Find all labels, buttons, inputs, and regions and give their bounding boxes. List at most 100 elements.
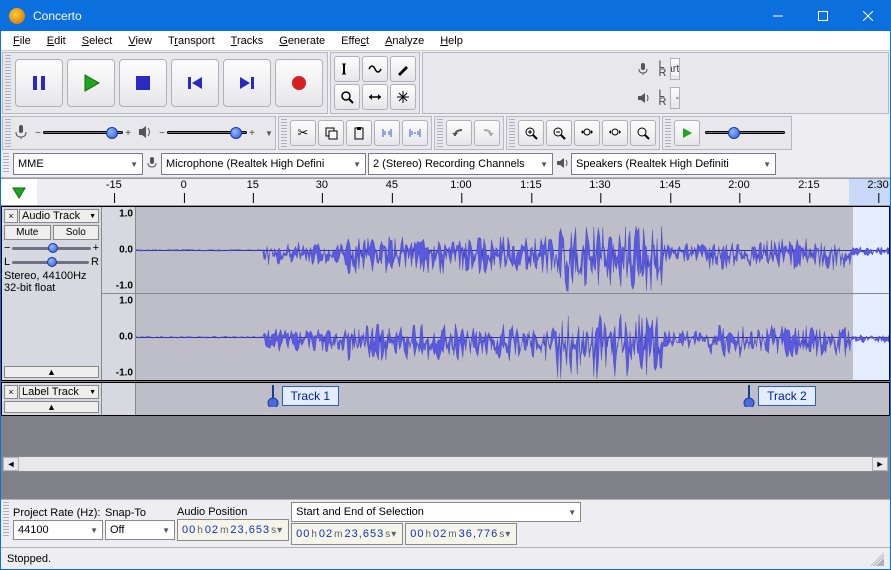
gain-slider[interactable]: −+ bbox=[4, 242, 99, 254]
resize-grip-icon[interactable] bbox=[870, 552, 884, 566]
mute-button[interactable]: Mute bbox=[4, 225, 51, 240]
label-track-panel[interactable]: × Label Track▼ ▲ bbox=[2, 383, 102, 415]
selection-end-field[interactable]: 00h02m36,776s▾ bbox=[405, 523, 517, 545]
play-at-speed-button[interactable] bbox=[674, 120, 700, 146]
tracks-area: × Audio Track▼ Mute Solo −+ LR Stereo, 4… bbox=[1, 206, 890, 499]
audio-track: × Audio Track▼ Mute Solo −+ LR Stereo, 4… bbox=[1, 206, 890, 381]
recording-device-combo[interactable]: Microphone (Realtek High Defini▼ bbox=[161, 153, 366, 175]
label-track-body[interactable]: Track 1 Track 2 bbox=[136, 383, 889, 415]
status-text: Stopped. bbox=[7, 553, 51, 565]
speaker-icon bbox=[137, 124, 153, 143]
time-ruler[interactable]: -1501530451:001:151:301:452:002:152:302:… bbox=[37, 179, 890, 205]
menu-select[interactable]: Select bbox=[74, 33, 121, 49]
selection-start-field[interactable]: 00h02m23,653s▾ bbox=[291, 523, 403, 545]
mic-icon bbox=[13, 124, 29, 143]
playspeed-toolbar bbox=[662, 116, 792, 150]
minimize-button[interactable] bbox=[755, 1, 800, 31]
menu-view[interactable]: View bbox=[120, 33, 160, 49]
timeline: -1501530451:001:151:301:452:002:152:302:… bbox=[1, 178, 890, 206]
menubar: File Edit Select View Transport Tracks G… bbox=[1, 31, 890, 51]
zoom-toggle-button[interactable] bbox=[630, 120, 656, 146]
mic-meter-icon[interactable] bbox=[630, 56, 656, 82]
track-close-button[interactable]: × bbox=[4, 209, 18, 223]
device-toolbar: MME▼ Microphone (Realtek High Defini▼ 2 … bbox=[1, 151, 890, 177]
menu-tracks[interactable]: Tracks bbox=[223, 33, 272, 49]
recording-meter[interactable]: -57-54-51-48-45-42-3 Click to Start Moni… bbox=[670, 58, 680, 80]
envelope-tool-icon[interactable] bbox=[362, 56, 388, 82]
menu-effect[interactable]: Effect bbox=[333, 33, 377, 49]
close-button[interactable] bbox=[845, 1, 890, 31]
label-track-name-dropdown[interactable]: Label Track▼ bbox=[19, 385, 99, 399]
maximize-button[interactable] bbox=[800, 1, 845, 31]
copy-button[interactable] bbox=[318, 120, 344, 146]
undo-button[interactable] bbox=[446, 120, 472, 146]
menu-transport[interactable]: Transport bbox=[160, 33, 223, 49]
play-button[interactable] bbox=[67, 59, 115, 107]
transport-toolbar bbox=[2, 52, 328, 114]
speaker-meter-icon[interactable] bbox=[630, 85, 656, 111]
pause-button[interactable] bbox=[15, 59, 63, 107]
draw-tool-icon[interactable] bbox=[390, 56, 416, 82]
stop-button[interactable] bbox=[119, 59, 167, 107]
solo-button[interactable]: Solo bbox=[53, 225, 100, 240]
track-format-info: Stereo, 44100Hz32-bit float bbox=[4, 270, 99, 294]
playback-meter[interactable]: -57-54-51-48-45-42-39-36-33-30-27-24-21-… bbox=[670, 87, 680, 109]
menu-edit[interactable]: Edit bbox=[39, 33, 74, 49]
record-button[interactable] bbox=[275, 59, 323, 107]
skip-end-button[interactable] bbox=[223, 59, 271, 107]
pin-button[interactable] bbox=[1, 184, 37, 200]
track-name-dropdown[interactable]: Audio Track▼ bbox=[19, 209, 99, 223]
timeshift-tool-icon[interactable] bbox=[362, 84, 388, 110]
vertical-scale[interactable]: 1.00.0-1.0 1.00.0-1.0 bbox=[102, 207, 136, 380]
redo-button[interactable] bbox=[474, 120, 500, 146]
playback-volume-slider[interactable]: −+ bbox=[157, 124, 257, 142]
selection-mode-combo[interactable]: Start and End of Selection▼ bbox=[291, 502, 581, 522]
recording-volume-slider[interactable]: −+ bbox=[33, 124, 133, 142]
waveform-left[interactable] bbox=[136, 207, 889, 294]
fit-selection-button[interactable] bbox=[574, 120, 600, 146]
selection-tool-icon[interactable] bbox=[334, 56, 360, 82]
cut-button[interactable]: ✂ bbox=[290, 120, 316, 146]
menu-analyze[interactable]: Analyze bbox=[377, 33, 432, 49]
waveform-right[interactable] bbox=[136, 294, 889, 380]
skip-start-button[interactable] bbox=[171, 59, 219, 107]
project-rate-combo[interactable]: 44100▼ bbox=[13, 520, 103, 540]
titlebar: Concerto bbox=[1, 1, 890, 31]
audio-host-combo[interactable]: MME▼ bbox=[13, 153, 143, 175]
label-marker[interactable]: Track 1 bbox=[266, 385, 340, 407]
track-control-panel[interactable]: × Audio Track▼ Mute Solo −+ LR Stereo, 4… bbox=[2, 207, 102, 380]
audio-position-field[interactable]: 00h02m23,653s▾ bbox=[177, 519, 289, 541]
rec-lr-label: LR bbox=[659, 61, 667, 77]
playback-speed-slider[interactable] bbox=[705, 124, 785, 142]
recording-channels-combo[interactable]: 2 (Stereo) Recording Channels▼ bbox=[368, 153, 553, 175]
mixer-toolbar: −+ −+ ▼ bbox=[2, 116, 276, 150]
fit-project-button[interactable] bbox=[602, 120, 628, 146]
label-track-collapse-button[interactable]: ▲ bbox=[4, 401, 99, 413]
snapto-combo[interactable]: Off▼ bbox=[105, 520, 175, 540]
pan-slider[interactable]: LR bbox=[4, 256, 99, 268]
silence-button[interactable] bbox=[402, 120, 428, 146]
zoom-tool-icon[interactable] bbox=[334, 84, 360, 110]
app-window: Concerto File Edit Select View Transport… bbox=[0, 0, 891, 570]
track-collapse-button[interactable]: ▲ bbox=[4, 366, 99, 378]
menu-file[interactable]: File bbox=[5, 33, 39, 49]
menu-help[interactable]: Help bbox=[432, 33, 471, 49]
label-marker[interactable]: Track 2 bbox=[742, 385, 816, 407]
audiopos-label: Audio Position bbox=[177, 506, 289, 518]
meters-toolbar: LR -57-54-51-48-45-42-3 Click to Start M… bbox=[422, 52, 889, 114]
zoom-in-button[interactable] bbox=[518, 120, 544, 146]
zoom-out-button[interactable] bbox=[546, 120, 572, 146]
toolbars: LR -57-54-51-48-45-42-3 Click to Start M… bbox=[1, 51, 890, 178]
label-track-close-button[interactable]: × bbox=[4, 385, 18, 399]
playback-device-combo[interactable]: Speakers (Realtek High Definiti▼ bbox=[571, 153, 776, 175]
multi-tool-icon[interactable] bbox=[390, 84, 416, 110]
trim-button[interactable] bbox=[374, 120, 400, 146]
label-track: × Label Track▼ ▲ Track 1 Track 2 bbox=[1, 382, 890, 416]
snapto-label: Snap-To bbox=[105, 507, 175, 519]
zoom-toolbar bbox=[506, 116, 660, 150]
mic-icon bbox=[145, 156, 159, 173]
horizontal-scrollbar[interactable]: ◄► bbox=[2, 456, 889, 472]
app-icon bbox=[9, 8, 25, 24]
menu-generate[interactable]: Generate bbox=[271, 33, 333, 49]
paste-button[interactable] bbox=[346, 120, 372, 146]
